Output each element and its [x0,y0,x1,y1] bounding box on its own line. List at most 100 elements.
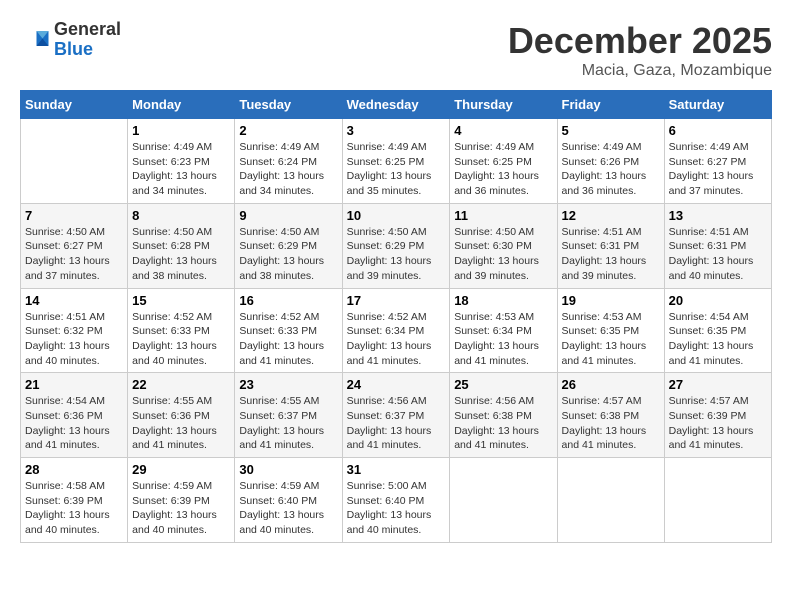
day-info: Sunrise: 4:55 AMSunset: 6:36 PMDaylight:… [132,394,230,453]
calendar-day-header: Thursday [450,91,557,119]
calendar-day-header: Sunday [21,91,128,119]
day-number: 4 [454,123,552,138]
calendar-cell: 25 Sunrise: 4:56 AMSunset: 6:38 PMDayligh… [450,373,557,458]
title-area: December 2025 Macia, Gaza, Mozambique [508,20,772,80]
calendar-day-header: Monday [128,91,235,119]
calendar-cell: 7Sunrise: 4:50 AMSunset: 6:27 PMDaylight… [21,203,128,288]
day-number: 27 [669,377,767,392]
day-info: Sunrise: 4:51 AMSunset: 6:31 PMDaylight:… [669,225,767,284]
day-number: 29 [132,462,230,477]
day-info: Sunrise: 4:49 AMSunset: 6:25 PMDaylight:… [454,140,552,199]
calendar-table: SundayMondayTuesdayWednesdayThursdayFrid… [20,90,772,543]
calendar-cell: 21 Sunrise: 4:54 AMSunset: 6:36 PMDayligh… [21,373,128,458]
page-header: General Blue December 2025 Macia, Gaza, … [20,20,772,80]
day-info: Sunrise: 4:57 AMSunset: 6:39 PMDaylight:… [669,394,767,453]
day-info: Sunrise: 4:50 AMSunset: 6:28 PMDaylight:… [132,225,230,284]
day-info: Sunrise: 4:50 AMSunset: 6:29 PMDaylight:… [347,225,446,284]
day-info: Sunrise: 4:57 AMSunset: 6:38 PMDaylight:… [562,394,660,453]
month-year: December 2025 [508,20,772,62]
day-number: 8 [132,208,230,223]
calendar-cell: 31 Sunrise: 5:00 AMSunset: 6:40 PMDayligh… [342,458,450,543]
day-number: 13 [669,208,767,223]
day-number: 21 [25,377,123,392]
day-info: Sunrise: 4:49 AMSunset: 6:23 PMDaylight:… [132,140,230,199]
calendar-cell: 26 Sunrise: 4:57 AMSunset: 6:38 PMDayligh… [557,373,664,458]
calendar-cell: 9 Sunrise: 4:50 AMSunset: 6:29 PMDaylight… [235,203,342,288]
calendar-cell: 14 Sunrise: 4:51 AMSunset: 6:32 PMDayligh… [21,288,128,373]
day-number: 25 [454,377,552,392]
calendar-cell: 2Sunrise: 4:49 AMSunset: 6:24 PMDaylight… [235,119,342,204]
day-info: Sunrise: 4:50 AMSunset: 6:29 PMDaylight:… [239,225,337,284]
calendar-day-header: Tuesday [235,91,342,119]
day-number: 1 [132,123,230,138]
day-number: 3 [347,123,446,138]
calendar-cell: 4 Sunrise: 4:49 AMSunset: 6:25 PMDaylight… [450,119,557,204]
day-info: Sunrise: 4:49 AMSunset: 6:27 PMDaylight:… [669,140,767,199]
calendar-cell: 16Sunrise: 4:52 AMSunset: 6:33 PMDayligh… [235,288,342,373]
day-number: 5 [562,123,660,138]
calendar-cell [664,458,771,543]
day-info: Sunrise: 4:56 AMSunset: 6:38 PMDaylight:… [454,394,552,453]
calendar-cell: 1 Sunrise: 4:49 AMSunset: 6:23 PMDaylight… [128,119,235,204]
calendar-cell [557,458,664,543]
calendar-week-row: 1 Sunrise: 4:49 AMSunset: 6:23 PMDaylight… [21,119,772,204]
logo-blue-text: Blue [54,39,93,59]
day-number: 26 [562,377,660,392]
day-info: Sunrise: 4:50 AMSunset: 6:30 PMDaylight:… [454,225,552,284]
calendar-week-row: 21 Sunrise: 4:54 AMSunset: 6:36 PMDayligh… [21,373,772,458]
day-number: 14 [25,293,123,308]
day-info: Sunrise: 4:51 AMSunset: 6:32 PMDaylight:… [25,310,123,369]
calendar-cell: 15Sunrise: 4:52 AMSunset: 6:33 PMDayligh… [128,288,235,373]
day-info: Sunrise: 5:00 AMSunset: 6:40 PMDaylight:… [347,479,446,538]
day-info: Sunrise: 4:49 AMSunset: 6:26 PMDaylight:… [562,140,660,199]
calendar-cell: 30 Sunrise: 4:59 AMSunset: 6:40 PMDayligh… [235,458,342,543]
calendar-cell: 8 Sunrise: 4:50 AMSunset: 6:28 PMDaylight… [128,203,235,288]
day-number: 19 [562,293,660,308]
day-number: 31 [347,462,446,477]
calendar-cell: 18 Sunrise: 4:53 AMSunset: 6:34 PMDayligh… [450,288,557,373]
day-number: 28 [25,462,123,477]
logo: General Blue [20,20,121,60]
day-info: Sunrise: 4:54 AMSunset: 6:36 PMDaylight:… [25,394,123,453]
day-number: 6 [669,123,767,138]
day-info: Sunrise: 4:49 AMSunset: 6:24 PMDaylight:… [239,140,337,199]
calendar-cell: 17Sunrise: 4:52 AMSunset: 6:34 PMDayligh… [342,288,450,373]
calendar-cell: 12Sunrise: 4:51 AMSunset: 6:31 PMDayligh… [557,203,664,288]
calendar-cell: 28 Sunrise: 4:58 AMSunset: 6:39 PMDayligh… [21,458,128,543]
calendar-day-header: Wednesday [342,91,450,119]
day-number: 30 [239,462,337,477]
day-info: Sunrise: 4:55 AMSunset: 6:37 PMDaylight:… [239,394,337,453]
day-number: 12 [562,208,660,223]
calendar-cell: 27 Sunrise: 4:57 AMSunset: 6:39 PMDayligh… [664,373,771,458]
calendar-week-row: 7Sunrise: 4:50 AMSunset: 6:27 PMDaylight… [21,203,772,288]
day-number: 11 [454,208,552,223]
day-number: 18 [454,293,552,308]
day-number: 9 [239,208,337,223]
calendar-cell: 3Sunrise: 4:49 AMSunset: 6:25 PMDaylight… [342,119,450,204]
calendar-cell: 6 Sunrise: 4:49 AMSunset: 6:27 PMDaylight… [664,119,771,204]
calendar-header-row: SundayMondayTuesdayWednesdayThursdayFrid… [21,91,772,119]
day-info: Sunrise: 4:56 AMSunset: 6:37 PMDaylight:… [347,394,446,453]
day-info: Sunrise: 4:58 AMSunset: 6:39 PMDaylight:… [25,479,123,538]
day-number: 17 [347,293,446,308]
calendar-cell [21,119,128,204]
day-info: Sunrise: 4:52 AMSunset: 6:33 PMDaylight:… [239,310,337,369]
day-number: 10 [347,208,446,223]
day-info: Sunrise: 4:59 AMSunset: 6:40 PMDaylight:… [239,479,337,538]
calendar-cell: 23Sunrise: 4:55 AMSunset: 6:37 PMDayligh… [235,373,342,458]
day-info: Sunrise: 4:59 AMSunset: 6:39 PMDaylight:… [132,479,230,538]
day-number: 20 [669,293,767,308]
day-number: 15 [132,293,230,308]
calendar-cell: 20 Sunrise: 4:54 AMSunset: 6:35 PMDayligh… [664,288,771,373]
calendar-cell: 13 Sunrise: 4:51 AMSunset: 6:31 PMDayligh… [664,203,771,288]
day-info: Sunrise: 4:53 AMSunset: 6:34 PMDaylight:… [454,310,552,369]
calendar-day-header: Saturday [664,91,771,119]
calendar-cell: 5 Sunrise: 4:49 AMSunset: 6:26 PMDaylight… [557,119,664,204]
calendar-cell: 10 Sunrise: 4:50 AMSunset: 6:29 PMDayligh… [342,203,450,288]
calendar-cell: 24Sunrise: 4:56 AMSunset: 6:37 PMDayligh… [342,373,450,458]
calendar-cell: 22Sunrise: 4:55 AMSunset: 6:36 PMDayligh… [128,373,235,458]
logo-icon [20,25,50,55]
day-info: Sunrise: 4:54 AMSunset: 6:35 PMDaylight:… [669,310,767,369]
calendar-cell: 11 Sunrise: 4:50 AMSunset: 6:30 PMDayligh… [450,203,557,288]
day-number: 7 [25,208,123,223]
